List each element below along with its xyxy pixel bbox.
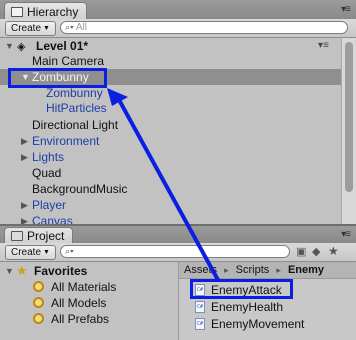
hierarchy-scrollbar[interactable] xyxy=(341,38,356,224)
search-filter-icon xyxy=(33,297,44,308)
breadcrumb-separator: ▸ xyxy=(224,265,229,275)
tree-item-label: Player xyxy=(32,198,67,212)
hierarchy-toolbar: Create ▼ ⌕▾ All xyxy=(0,19,356,38)
assets-pane: Assets ▸ Scripts ▸ Enemy C# EnemyAttack … xyxy=(179,262,356,340)
favorite-item-label: All Models xyxy=(51,296,107,310)
favorite-item-label: All Prefabs xyxy=(51,312,110,326)
project-toolbar: Create ▼ ⌕▾ ▣ ◆ ★ xyxy=(0,243,356,262)
favorite-star-icon[interactable]: ★ xyxy=(328,244,339,258)
search-icon: ⌕▾ xyxy=(65,246,74,256)
scene-row[interactable]: ▼ ◈ Level 01* ▾≡ xyxy=(0,38,340,54)
highlight-box-enemyattack xyxy=(190,279,293,299)
tree-item-quad[interactable]: Quad xyxy=(0,165,340,181)
highlight-box-zombunny xyxy=(8,68,107,88)
breadcrumb-scripts[interactable]: Scripts xyxy=(236,264,270,276)
expand-triangle-icon[interactable]: ▶ xyxy=(21,213,28,224)
favorite-item-all-models[interactable]: All Models xyxy=(0,295,178,311)
expand-triangle-icon[interactable]: ▶ xyxy=(21,197,28,213)
dropdown-arrow-icon: ▼ xyxy=(43,249,50,256)
file-item-enemymovement[interactable]: C# EnemyMovement xyxy=(179,316,356,332)
scene-name: Level 01* xyxy=(36,39,89,53)
search-filter-icon xyxy=(33,281,44,292)
collapse-triangle-icon[interactable]: ▼ xyxy=(5,38,14,54)
panel-menu-icon[interactable]: ▾≡ xyxy=(341,4,351,15)
tree-item-label: Main Camera xyxy=(32,54,105,68)
tree-item-main-camera[interactable]: Main Camera xyxy=(0,53,340,69)
project-tabbar: Project ▾≡ xyxy=(0,226,356,244)
favorite-item-label: All Materials xyxy=(51,280,117,294)
favorites-pane: ▼ ★ Favorites All Materials All Models A… xyxy=(0,262,179,340)
search-icon: ⌕▾ xyxy=(65,22,74,32)
tree-item-environment[interactable]: ▶ Environment xyxy=(0,133,340,149)
breadcrumb-assets[interactable]: Assets xyxy=(184,264,217,276)
hierarchy-tabbar: Hierarchy ▾≡ xyxy=(0,0,356,20)
tab-project[interactable]: Project xyxy=(4,227,74,243)
expand-triangle-icon[interactable]: ▶ xyxy=(21,149,28,165)
favorites-star-icon: ★ xyxy=(16,263,28,278)
tree-item-hitparticles[interactable]: HitParticles xyxy=(0,100,340,116)
dropdown-arrow-icon: ▼ xyxy=(43,25,50,32)
folder-icon xyxy=(11,230,23,241)
file-item-enemyhealth[interactable]: C# EnemyHealth xyxy=(179,299,356,315)
script-file-icon: C# xyxy=(195,301,205,313)
project-create-button[interactable]: Create ▼ xyxy=(5,245,56,260)
tree-item-label: Quad xyxy=(32,166,62,180)
tree-item-label: Lights xyxy=(32,150,65,164)
file-item-label: EnemyHealth xyxy=(211,300,284,314)
hierarchy-tab-icon xyxy=(11,6,23,17)
tree-item-label: HitParticles xyxy=(46,101,107,115)
favorite-item-all-prefabs[interactable]: All Prefabs xyxy=(0,311,178,327)
favorites-label: Favorites xyxy=(34,264,88,278)
favorite-item-all-materials[interactable]: All Materials xyxy=(0,279,178,295)
hierarchy-search-input[interactable]: ⌕▾ All xyxy=(60,21,348,34)
tree-item-lights[interactable]: ▶ Lights xyxy=(0,149,340,165)
expand-triangle-icon[interactable]: ▶ xyxy=(21,133,28,149)
collapse-triangle-icon[interactable]: ▼ xyxy=(5,263,14,279)
tree-item-label: Canvas xyxy=(32,214,73,224)
search-filter-icon xyxy=(33,313,44,324)
filter-by-type-icon[interactable]: ▣ xyxy=(296,245,306,258)
panel-menu-icon[interactable]: ▾≡ xyxy=(341,229,351,240)
create-label: Create xyxy=(11,23,42,34)
tree-item-player[interactable]: ▶ Player xyxy=(0,197,340,213)
hierarchy-panel: Hierarchy ▾≡ Create ▼ ⌕▾ All ▼ ◈ Level 0… xyxy=(0,0,356,224)
hierarchy-create-button[interactable]: Create ▼ xyxy=(5,21,56,36)
breadcrumb: Assets ▸ Scripts ▸ Enemy xyxy=(179,262,356,279)
file-item-label: EnemyMovement xyxy=(211,317,305,331)
tree-item-directional-light[interactable]: Directional Light xyxy=(0,117,340,133)
create-label: Create xyxy=(11,247,42,258)
tree-item-label: Environment xyxy=(32,134,100,148)
tree-item-label: BackgroundMusic xyxy=(32,182,128,196)
hierarchy-scrollbar-thumb[interactable] xyxy=(345,42,353,192)
breadcrumb-separator: ▸ xyxy=(276,265,281,275)
hierarchy-tab-label: Hierarchy xyxy=(27,4,79,19)
project-panel: Project ▾≡ Create ▼ ⌕▾ ▣ ◆ ★ ▼ ★ Favorit… xyxy=(0,226,356,340)
tab-hierarchy[interactable]: Hierarchy xyxy=(4,2,88,20)
tree-item-label: Directional Light xyxy=(32,118,119,132)
scene-menu-icon[interactable]: ▾≡ xyxy=(318,38,329,54)
favorites-header[interactable]: ▼ ★ Favorites xyxy=(0,263,178,279)
tree-item-backgroundmusic[interactable]: BackgroundMusic xyxy=(0,181,340,197)
search-placeholder: All xyxy=(75,22,87,33)
project-search-input[interactable]: ⌕▾ xyxy=(60,245,290,258)
tree-item-canvas[interactable]: ▶ Canvas xyxy=(0,213,340,224)
project-tab-label: Project xyxy=(27,228,65,243)
breadcrumb-enemy[interactable]: Enemy xyxy=(288,264,324,276)
filter-by-label-icon[interactable]: ◆ xyxy=(312,245,320,258)
script-file-icon: C# xyxy=(195,318,205,330)
